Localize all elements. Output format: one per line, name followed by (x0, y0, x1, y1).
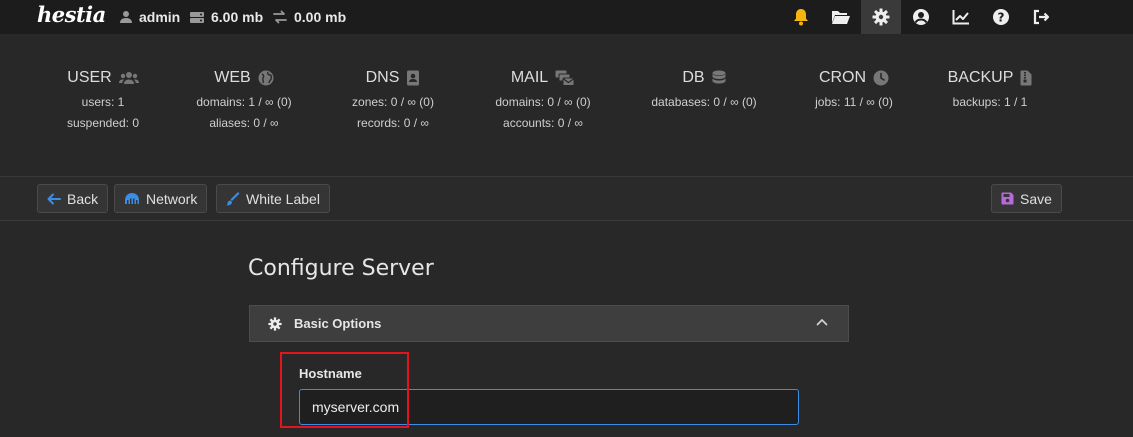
database-icon (712, 70, 726, 84)
basic-options-section-header[interactable]: Basic Options (249, 305, 849, 342)
mail-bulk-icon (555, 70, 575, 86)
stat-title: MAIL (510, 69, 549, 86)
floppy-disk-icon (1001, 192, 1014, 205)
disk-usage: 6.00 mb (189, 0, 263, 34)
stat-title: DNS (365, 69, 400, 86)
back-button[interactable]: Back (37, 184, 109, 213)
file-archive-icon (1020, 70, 1032, 86)
user-circle-icon (913, 9, 929, 25)
stat-line: zones: 0 / ∞ (0) (352, 95, 434, 109)
network-button[interactable]: Network (114, 184, 208, 213)
stat-line: users: 1 (81, 95, 125, 109)
stat-line: domains: 1 / ∞ (0) (196, 95, 292, 109)
gear-icon (872, 8, 890, 26)
save-label: Save (1020, 190, 1052, 207)
stat-line: records: 0 / ∞ (357, 116, 429, 130)
file-manager-button[interactable] (821, 0, 861, 34)
logout-icon (1033, 9, 1050, 25)
stat-title: BACKUP (947, 69, 1014, 86)
stat-title: WEB (214, 69, 251, 86)
exchange-arrows-icon (273, 10, 287, 24)
divider (0, 220, 1133, 221)
hard-drive-icon (190, 12, 204, 23)
server-settings-button[interactable] (861, 0, 901, 34)
save-button[interactable]: Save (991, 184, 1062, 213)
username: admin (139, 9, 181, 25)
statistics-button[interactable] (941, 0, 981, 34)
stat-line: domains: 0 / ∞ (0) (495, 95, 591, 109)
bell-icon (794, 9, 808, 26)
address-book-icon (407, 70, 420, 86)
chevron-up-icon[interactable] (816, 318, 828, 326)
arrow-left-icon (47, 193, 61, 204)
stat-user[interactable]: USER users: 1 suspended: 0 (52, 68, 154, 130)
user-icon (120, 11, 132, 23)
stat-title: CRON (818, 69, 867, 86)
user-indicator[interactable]: admin (119, 0, 180, 34)
highlight-box (280, 352, 409, 428)
top-bar: hestia admin 6.00 mb 0.00 mb ? (0, 0, 1133, 34)
white-label-label: White Label (246, 190, 320, 207)
stat-backup[interactable]: BACKUP backups: 1 / 1 (940, 68, 1040, 109)
toolbar: Back Network White Label Save (0, 177, 1133, 220)
white-label-button[interactable]: White Label (216, 184, 330, 213)
gear-icon (268, 316, 282, 331)
stat-db[interactable]: DB databases: 0 / ∞ (0) (643, 68, 765, 109)
bandwidth-value: 0.00 mb (294, 9, 347, 25)
user-profile-button[interactable] (901, 0, 941, 34)
chart-line-icon (952, 10, 969, 25)
stat-line: suspended: 0 (66, 116, 140, 130)
network-label: Network (146, 190, 198, 207)
stat-mail[interactable]: MAIL domains: 0 / ∞ (0) accounts: 0 / ∞ (484, 68, 602, 130)
hestia-logo[interactable]: hestia (37, 2, 106, 27)
back-label: Back (67, 190, 99, 207)
stat-line: jobs: 11 / ∞ (0) (815, 95, 893, 109)
svg-text:?: ? (998, 11, 1005, 25)
notifications-button[interactable] (781, 0, 821, 34)
stat-line: accounts: 0 / ∞ (503, 116, 583, 130)
stat-cron[interactable]: CRON jobs: 11 / ∞ (0) (808, 68, 900, 109)
help-icon: ? (993, 9, 1009, 25)
stat-line: databases: 0 / ∞ (0) (651, 95, 757, 109)
logout-button[interactable] (1021, 0, 1061, 34)
help-button[interactable]: ? (981, 0, 1021, 34)
paint-brush-icon (226, 191, 240, 205)
section-title: Basic Options (294, 316, 382, 331)
users-icon (118, 72, 139, 84)
stat-web[interactable]: WEB domains: 1 / ∞ (0) aliases: 0 / ∞ (190, 68, 298, 130)
clock-icon (873, 70, 889, 86)
page-title: Configure Server (248, 256, 434, 281)
disk-value: 6.00 mb (211, 9, 264, 25)
stats-panel: USER users: 1 suspended: 0 WEB domains: … (0, 34, 1133, 176)
top-nav-icons: ? (781, 0, 1061, 34)
stat-line: backups: 1 / 1 (952, 95, 1028, 109)
stat-title: USER (67, 69, 112, 86)
stat-title: DB (682, 69, 705, 86)
globe-icon (258, 70, 274, 86)
folder-open-icon (832, 11, 850, 24)
stat-dns[interactable]: DNS zones: 0 / ∞ (0) records: 0 / ∞ (340, 68, 446, 130)
network-wired-icon (125, 192, 139, 204)
bandwidth-usage: 0.00 mb (272, 0, 346, 34)
stat-line: aliases: 0 / ∞ (209, 116, 279, 130)
